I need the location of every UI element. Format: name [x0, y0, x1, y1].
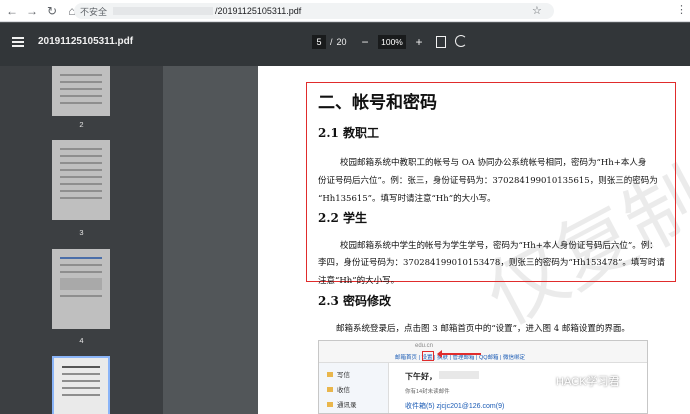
- rotate-icon[interactable]: [455, 35, 467, 47]
- paragraph-line: 校园邮箱系统中教职工的帐号与 OA 协同办公系统帐号相同，密码为“Hh+本人身: [340, 158, 647, 168]
- zoom-out-button[interactable]: −: [358, 35, 372, 49]
- url-mask: [113, 7, 214, 15]
- paragraph-line: 份证号码后六位”。例：张三，身份证号码为：370284199010135615，…: [318, 176, 658, 186]
- back-arrow-icon[interactable]: ←: [4, 3, 20, 19]
- thumbnail-label: 3: [79, 228, 84, 237]
- wechat-icon: [536, 375, 550, 387]
- url-text: /20191125105311.pdf: [215, 6, 302, 16]
- thumbnail-sidebar: 2 3 4: [0, 66, 163, 414]
- thumbnail-label: 2: [79, 120, 84, 129]
- contacts-icon: [327, 401, 333, 407]
- reload-icon[interactable]: ↻: [44, 3, 60, 19]
- embedded-left-panel: 写信 收信 通讯录: [319, 363, 389, 413]
- embedded-inbox-link: 收件箱(5) zjcjc201@126.com(9): [405, 403, 505, 410]
- menu-icon[interactable]: [12, 37, 24, 47]
- subsection-title-student: 2.2 学生: [318, 211, 368, 225]
- page-thumbnail-2[interactable]: [52, 66, 110, 116]
- zoom-level-input[interactable]: 100%: [378, 35, 406, 49]
- paragraph-line: 注意“Hh”的大小写。: [318, 276, 400, 286]
- fit-page-icon[interactable]: [436, 36, 446, 48]
- embedded-logo: edu.cn: [415, 343, 434, 349]
- subsection-title-password: 2.3 密码修改: [318, 294, 392, 308]
- embedded-item-contacts: 通讯录: [327, 399, 357, 409]
- page-indicator: 5 / 20: [312, 35, 347, 49]
- pencil-icon: [327, 371, 333, 377]
- security-label[interactable]: 不安全: [80, 5, 107, 18]
- pdf-page: 仅复制 二、帐号和密码 2.1 教职工 校园邮箱系统中教职工的帐号与 OA 协同…: [258, 66, 690, 414]
- paragraph-line: 校园邮箱系统中学生的帐号为学生学号，密码为“Hh+本人身份证号码后六位”。例：: [340, 241, 658, 251]
- browser-menu-icon[interactable]: ⋮: [676, 3, 687, 16]
- inbox-icon: [327, 386, 333, 392]
- embedded-name-mask: [439, 371, 479, 379]
- section-heading: 二、帐号和密码: [318, 93, 437, 113]
- arrow-left-icon: [437, 350, 481, 358]
- wechat-watermark: HACK学习君: [536, 373, 620, 389]
- address-bar[interactable]: 不安全 /20191125105311.pdf: [74, 3, 554, 19]
- embedded-greeting: 下午好，: [405, 372, 437, 381]
- page-thumbnail-5[interactable]: [52, 356, 110, 414]
- forward-arrow-icon[interactable]: →: [24, 3, 40, 19]
- page-thumbnail-4[interactable]: [52, 249, 110, 329]
- page-thumbnail-3[interactable]: [52, 140, 110, 220]
- thumbnail-label: 4: [79, 336, 84, 345]
- bookmark-star-icon[interactable]: ☆: [532, 4, 542, 17]
- zoom-in-button[interactable]: +: [412, 35, 426, 49]
- embedded-item-compose: 写信: [327, 369, 350, 379]
- document-title: 20191125105311.pdf: [38, 36, 134, 47]
- paragraph-line: 邮箱系统登录后，点击图 3 邮箱首页中的“设置”，进入图 4 邮箱设置的界面。: [336, 324, 630, 334]
- paragraph-line: “Hh135615”。填写时请注意“Hh”的大小写。: [318, 194, 496, 204]
- embedded-item-inbox: 收信: [327, 384, 350, 394]
- pdf-toolbar: 20191125105311.pdf 5 / 20 − 100% +: [0, 23, 690, 66]
- wechat-label: HACK学习君: [556, 376, 620, 388]
- subsection-title-staff: 2.1 教职工: [318, 126, 380, 140]
- total-pages: 20: [336, 37, 347, 47]
- page-number-input[interactable]: 5: [312, 35, 326, 49]
- browser-bar: ← → ↻ ⌂ 不安全 /20191125105311.pdf ☆ ⋮: [0, 0, 690, 22]
- embedded-topbar: edu.cn 邮箱首页 | 设置 | 换肤 | 管理邮箱 | QQ邮箱 | 微信…: [319, 341, 647, 363]
- embedded-unread: 你有14封未读邮件: [405, 389, 450, 395]
- zoom-controls: − 100% +: [358, 35, 426, 49]
- settings-highlight-box: [422, 351, 434, 361]
- paragraph-line: 李四，身份证号码为：370284199010153478，则张三的密码为“Hh1…: [318, 258, 665, 268]
- page-separator: /: [330, 37, 333, 47]
